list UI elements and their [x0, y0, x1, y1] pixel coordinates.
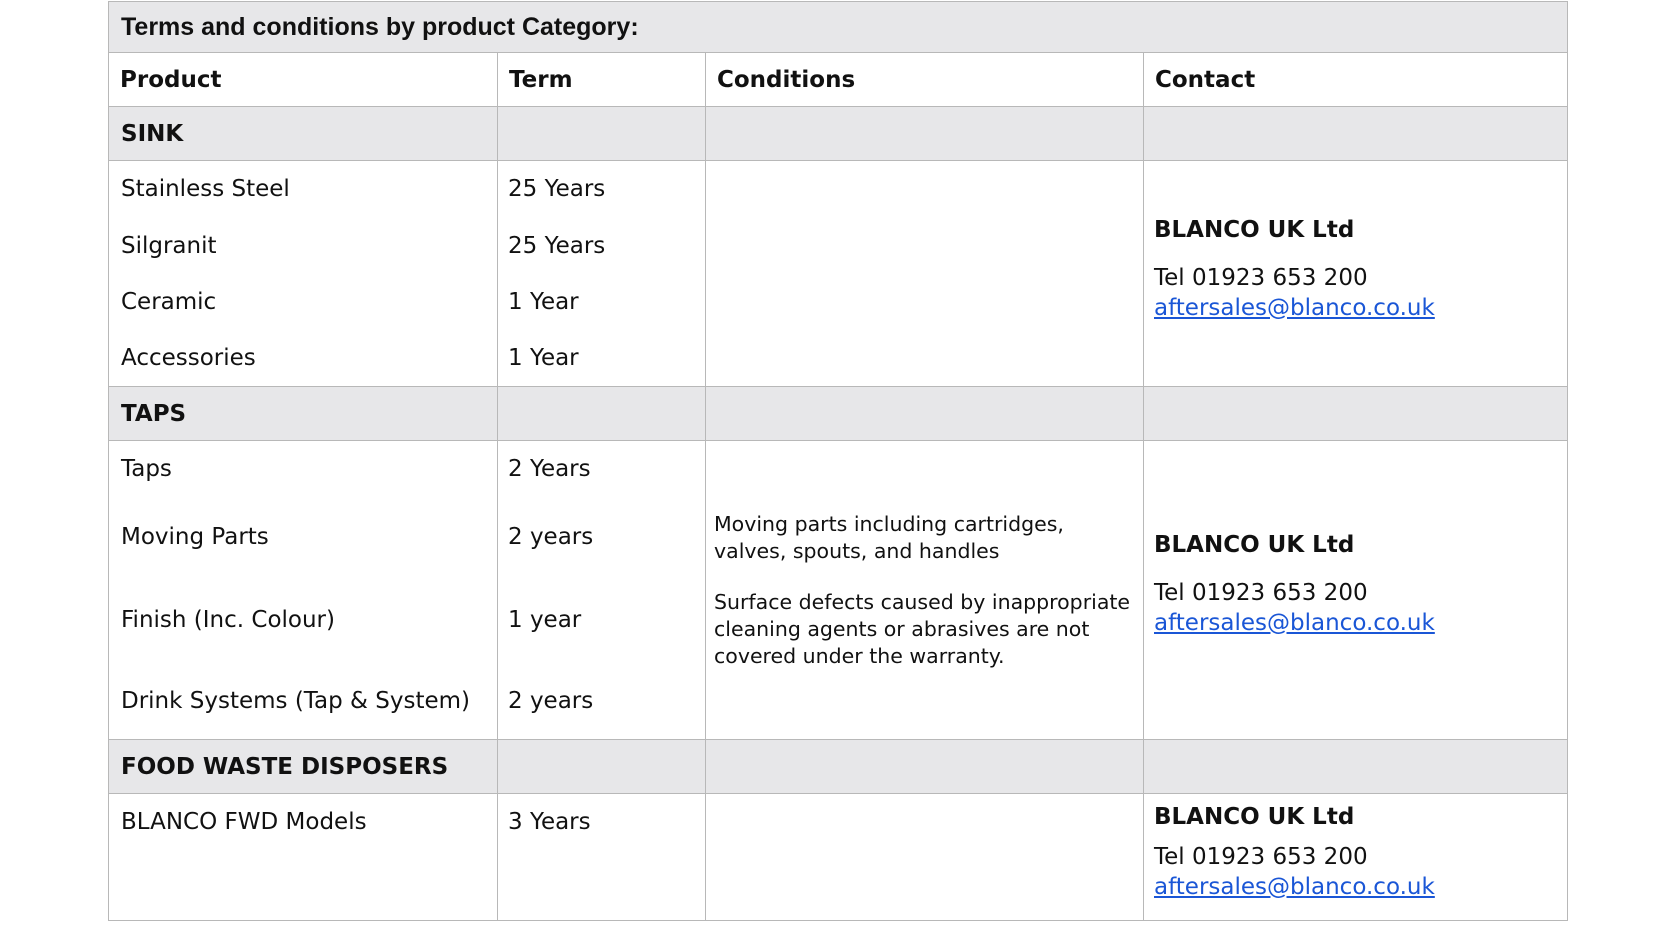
term-value: 2 Years: [508, 456, 591, 482]
product-name: Stainless Steel: [121, 176, 290, 202]
product-name: Drink Systems (Tap & System): [121, 688, 471, 714]
category-empty-cell: [1142, 386, 1569, 441]
product-name: Ceramic: [121, 289, 217, 315]
category-empty-cell: [705, 739, 1144, 794]
fwd-items-row: BLANCO FWD Models 3 Years BLANCO UK Ltd …: [108, 793, 1569, 921]
contact-phone: Tel 01923 653 200: [1154, 844, 1368, 870]
sink-items-row: Stainless Steel Silgranit Ceramic Access…: [108, 160, 1569, 387]
category-empty-cell: [1142, 106, 1569, 161]
taps-items-row: Taps Moving Parts Finish (Inc. Colour) D…: [108, 440, 1569, 740]
table-title: Terms and conditions by product Category…: [107, 1, 1569, 53]
fwd-conditions-cell: [705, 793, 1144, 921]
product-name: Moving Parts: [121, 524, 269, 550]
product-name: Silgranit: [121, 232, 217, 259]
sink-contact-cell: BLANCO UK Ltd Tel 01923 653 200 aftersal…: [1142, 160, 1569, 387]
category-empty-cell: [705, 106, 1144, 161]
category-empty-cell: [1142, 739, 1569, 794]
header-term: Term: [497, 52, 706, 107]
category-empty-cell: [497, 739, 706, 794]
fwd-contact-cell: BLANCO UK Ltd Tel 01923 653 200 aftersal…: [1142, 793, 1569, 921]
category-food-waste-disposers: FOOD WASTE DISPOSERS: [108, 739, 498, 794]
header-conditions: Conditions: [705, 52, 1144, 107]
term-value: 1 Year: [508, 345, 579, 371]
term-value: 1 year: [508, 607, 582, 633]
title-row: Terms and conditions by product Category…: [107, 1, 1569, 53]
header-product: Product: [108, 52, 498, 107]
taps-products-cell: Taps Moving Parts Finish (Inc. Colour) D…: [108, 440, 498, 740]
product-name: Taps: [121, 456, 172, 482]
term-value: 3 Years: [508, 809, 591, 835]
contact-email-link[interactable]: aftersales@blanco.co.uk: [1154, 608, 1557, 638]
category-row-taps: TAPS: [108, 386, 1569, 441]
term-value: 25 Years: [508, 176, 606, 202]
contact-phone: Tel 01923 653 200: [1154, 264, 1368, 291]
taps-terms-cell: 2 Years 2 years 1 year 2 years: [497, 440, 706, 740]
category-empty-cell: [497, 106, 706, 161]
category-taps: TAPS: [108, 386, 498, 441]
term-value: 2 years: [508, 524, 594, 550]
category-empty-cell: [705, 386, 1144, 441]
term-value: 1 Year: [508, 289, 579, 315]
sink-products-cell: Stainless Steel Silgranit Ceramic Access…: [108, 160, 498, 387]
sink-terms-cell: 25 Years 25 Years 1 Year 1 Year: [497, 160, 706, 387]
contact-company: BLANCO UK Ltd: [1154, 804, 1355, 830]
contact-phone: Tel 01923 653 200: [1154, 580, 1368, 606]
header-contact: Contact: [1142, 52, 1569, 107]
term-value: 2 years: [508, 688, 594, 714]
fwd-terms-cell: 3 Years: [497, 793, 706, 921]
contact-email-link[interactable]: aftersales@blanco.co.uk: [1154, 872, 1557, 902]
warranty-terms-table: Terms and conditions by product Category…: [107, 1, 1569, 921]
header-row: Product Term Conditions Contact: [108, 52, 1569, 107]
sink-conditions-cell: [705, 160, 1144, 387]
product-name: Accessories: [121, 345, 256, 371]
category-sink: SINK: [108, 106, 498, 161]
category-row-fwd: FOOD WASTE DISPOSERS: [108, 739, 1569, 794]
category-empty-cell: [497, 386, 706, 441]
condition-surface-defects: Surface defects caused by inappropriate …: [714, 589, 1131, 668]
condition-moving-parts: Moving parts including cartridges, valve…: [714, 511, 1064, 563]
product-name: BLANCO FWD Models: [121, 809, 367, 835]
term-value: 25 Years: [508, 232, 606, 259]
contact-company: BLANCO UK Ltd: [1154, 216, 1355, 243]
taps-contact-cell: BLANCO UK Ltd Tel 01923 653 200 aftersal…: [1142, 440, 1569, 740]
contact-email-link[interactable]: aftersales@blanco.co.uk: [1154, 293, 1557, 323]
taps-conditions-cell: Moving parts including cartridges, valve…: [705, 440, 1144, 740]
product-name: Finish (Inc. Colour): [121, 607, 335, 633]
fwd-products-cell: BLANCO FWD Models: [108, 793, 498, 921]
contact-company: BLANCO UK Ltd: [1154, 532, 1355, 558]
category-row-sink: SINK: [108, 106, 1569, 161]
